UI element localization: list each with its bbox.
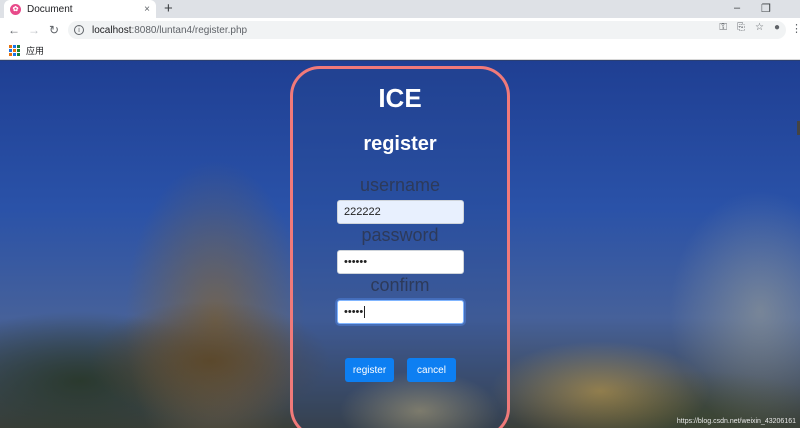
- info-icon[interactable]: i: [74, 25, 84, 35]
- restore-button[interactable]: ❐: [761, 2, 771, 15]
- username-label: username: [359, 175, 441, 195]
- text-caret: [364, 306, 366, 318]
- password-input[interactable]: ••••••: [337, 250, 464, 274]
- username-input[interactable]: 222222: [337, 200, 464, 224]
- confirm-input[interactable]: •••••: [337, 300, 464, 324]
- password-label: password: [361, 225, 439, 245]
- key-icon[interactable]: ⚿: [719, 22, 727, 33]
- reload-icon[interactable]: ↻: [44, 23, 64, 37]
- back-arrow-icon[interactable]: ←: [4, 23, 24, 37]
- new-tab-button[interactable]: +: [164, 1, 173, 17]
- register-button[interactable]: register: [345, 358, 394, 382]
- tab-strip: ✿ Document × + – ❐: [0, 0, 800, 18]
- username-value: 222222: [344, 206, 381, 218]
- profile-icon[interactable]: ●: [774, 22, 780, 33]
- confirm-value: •••••: [344, 306, 364, 318]
- register-card: ICE register username 222222 password ••…: [290, 66, 510, 428]
- tab-close-icon[interactable]: ×: [144, 4, 150, 15]
- page-background: ICE register username 222222 password ••…: [0, 61, 800, 428]
- url-path: :8080/luntan4/register.php: [131, 24, 248, 36]
- form-heading: register: [363, 133, 437, 155]
- brand-title: ICE: [378, 83, 422, 113]
- tab-title: Document: [27, 3, 73, 15]
- minimize-button[interactable]: –: [734, 2, 740, 14]
- apps-bookmark[interactable]: 应用: [26, 44, 44, 57]
- menu-icon[interactable]: ⋮: [791, 22, 800, 35]
- cancel-button[interactable]: cancel: [407, 358, 456, 382]
- confirm-label: confirm: [370, 275, 430, 295]
- bookmarks-bar: 应用: [0, 42, 800, 60]
- password-value: ••••••: [344, 256, 368, 268]
- forward-arrow-icon[interactable]: →: [24, 23, 44, 37]
- address-bar[interactable]: i localhost:8080/luntan4/register.php ⚿ …: [68, 21, 786, 39]
- browser-tab[interactable]: ✿ Document ×: [4, 0, 156, 18]
- browser-toolbar: ← → ↻ i localhost:8080/luntan4/register.…: [0, 18, 800, 42]
- favicon-icon: ✿: [10, 3, 21, 15]
- url-host: localhost: [92, 24, 132, 36]
- star-icon[interactable]: ☆: [755, 22, 764, 33]
- translate-icon[interactable]: ⎘: [737, 22, 745, 33]
- omnibox-actions: ⚿ ⎘ ☆ ●: [719, 22, 780, 33]
- url-text: localhost:8080/luntan4/register.php: [92, 25, 247, 36]
- apps-grid-icon[interactable]: [9, 45, 20, 56]
- watermark-text: https://blog.csdn.net/weixin_43206161: [676, 418, 796, 425]
